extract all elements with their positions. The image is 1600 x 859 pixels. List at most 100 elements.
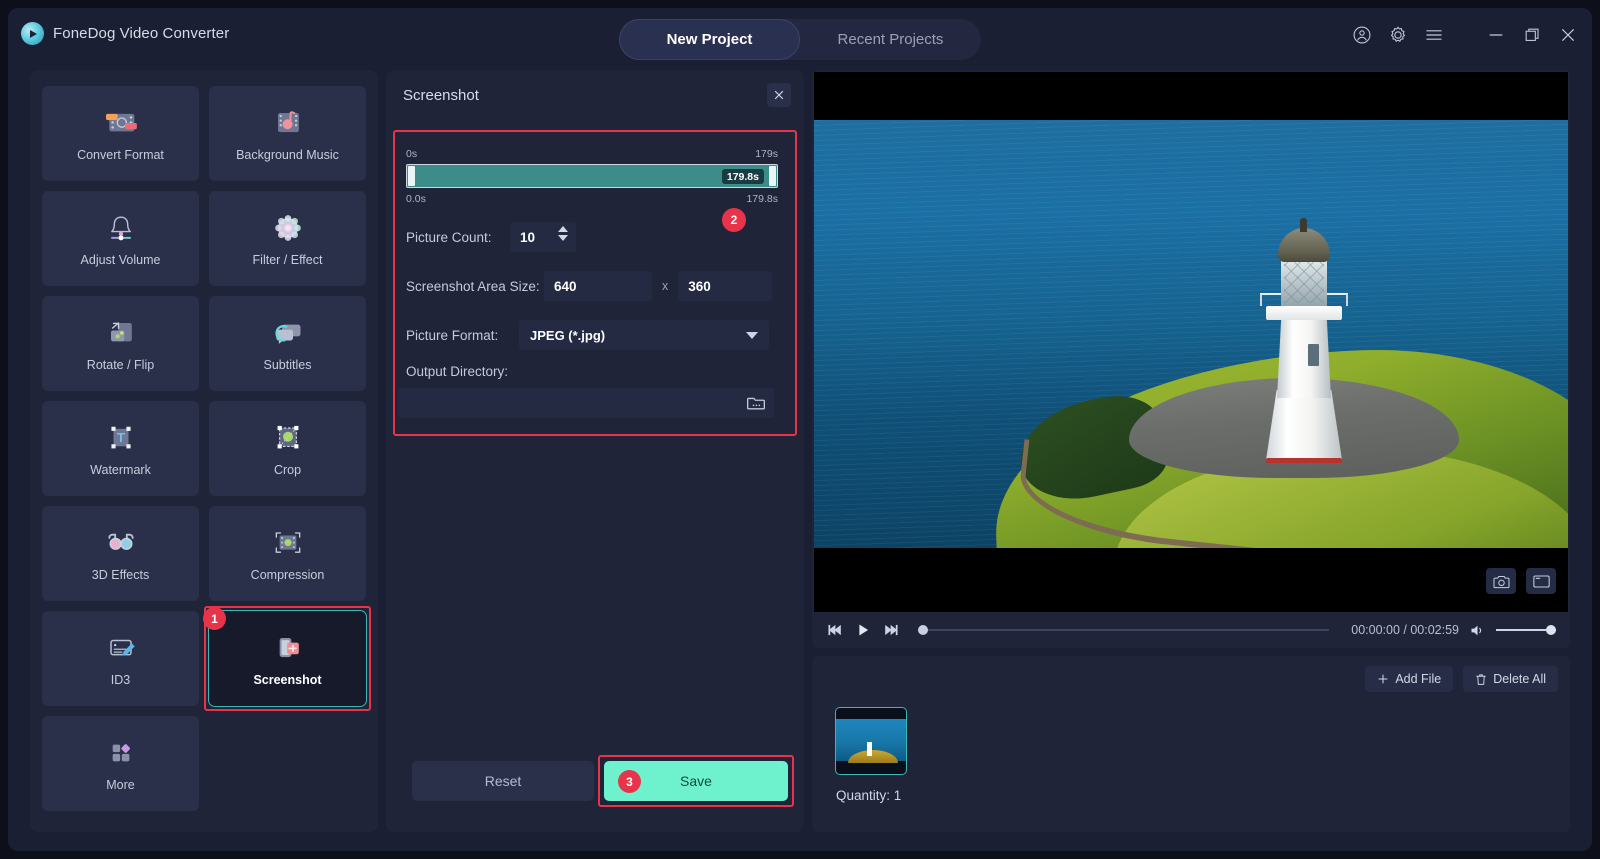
sidebar-item-adjust-volume[interactable]: Adjust Volume xyxy=(42,191,199,286)
file-list-panel: Add File Delete All Quantity: 1 xyxy=(812,656,1570,832)
video-stage[interactable] xyxy=(814,72,1568,612)
lighthouse-base xyxy=(1266,390,1342,460)
menu-icon[interactable] xyxy=(1424,25,1444,45)
sidebar-item-filter-effect[interactable]: Filter / Effect xyxy=(209,191,366,286)
trim-timeline[interactable]: 0s 179s 179.8s 0.0s 179.8s xyxy=(406,148,778,205)
timeline-start-label: 0s xyxy=(406,148,418,160)
gear-icon[interactable] xyxy=(1388,25,1408,45)
output-directory-input[interactable] xyxy=(398,388,774,418)
delete-all-button[interactable]: Delete All xyxy=(1463,666,1558,692)
reset-button[interactable]: Reset xyxy=(412,761,594,801)
player-controls: 00:00:00 / 00:02:59 xyxy=(812,612,1570,648)
picture-count-row: Picture Count: xyxy=(406,222,576,252)
add-file-button[interactable]: Add File xyxy=(1365,666,1454,692)
sidebar-item-label: More xyxy=(106,777,135,792)
step-badge-1: 1 xyxy=(203,607,226,630)
timeline-top-labels: 0s 179s xyxy=(406,148,778,160)
panel-action-buttons: Reset 3 Save xyxy=(386,755,804,807)
volume-knob[interactable] xyxy=(1546,625,1556,635)
crop-icon xyxy=(277,425,298,448)
convert-format-icon xyxy=(105,113,137,131)
timeline-end-value: 179.8s xyxy=(746,193,778,205)
picture-count-label: Picture Count: xyxy=(406,229,492,245)
panel-close-button[interactable] xyxy=(767,83,791,107)
volume-icon[interactable] xyxy=(1469,623,1486,638)
sidebar-item-label: Adjust Volume xyxy=(80,252,161,267)
picture-format-value: JPEG (*.jpg) xyxy=(530,327,606,343)
tab-recent-projects[interactable]: Recent Projects xyxy=(800,19,981,60)
file-thumbnail[interactable] xyxy=(836,708,906,774)
sidebar-item-convert-format[interactable]: Convert Format xyxy=(42,86,199,181)
compression-icon xyxy=(275,531,300,553)
panel-title: Screenshot xyxy=(403,87,479,104)
close-icon[interactable] xyxy=(1558,25,1578,45)
lighthouse-red-trim xyxy=(1266,458,1342,463)
close-icon xyxy=(774,90,784,100)
sidebar-item-compression[interactable]: Compression xyxy=(209,506,366,601)
sidebar-item-watermark[interactable]: T Watermark xyxy=(42,401,199,496)
timeline-handle-left[interactable] xyxy=(408,166,415,186)
adjust-volume-icon xyxy=(110,215,131,240)
timeline-handle-right[interactable] xyxy=(769,166,776,186)
lighthouse-gallery xyxy=(1266,306,1342,320)
sidebar-item-3d-effects[interactable]: 3D Effects xyxy=(42,506,199,601)
skip-previous-icon[interactable] xyxy=(826,622,844,638)
filter-effect-icon xyxy=(274,214,301,241)
delete-all-label: Delete All xyxy=(1493,672,1546,686)
area-width-input[interactable] xyxy=(544,271,652,301)
app-title: FoneDog Video Converter xyxy=(53,25,230,42)
volume-slider[interactable] xyxy=(1496,623,1556,637)
playback-time: 00:00:00 / 00:02:59 xyxy=(1351,623,1459,637)
area-size-label: Screenshot Area Size: xyxy=(406,278,540,294)
minimize-icon[interactable] xyxy=(1486,25,1506,45)
preview-fullscreen-button[interactable] xyxy=(1526,568,1556,594)
seek-track xyxy=(918,629,1330,631)
timeline-bar[interactable]: 179.8s xyxy=(406,164,778,188)
output-directory-row: Output Directory: xyxy=(406,364,508,379)
file-list-actions: Add File Delete All xyxy=(1365,666,1558,692)
timeline-bottom-labels: 0.0s 179.8s xyxy=(406,193,778,205)
area-size-separator: x xyxy=(662,279,669,293)
play-icon[interactable] xyxy=(854,622,872,638)
sidebar-item-label: Convert Format xyxy=(77,147,164,162)
preview-snapshot-button[interactable] xyxy=(1486,568,1516,594)
subtitles-icon xyxy=(274,324,300,344)
skip-next-icon[interactable] xyxy=(882,622,900,638)
picture-format-select[interactable]: JPEG (*.jpg) xyxy=(519,320,769,350)
picture-count-stepper[interactable] xyxy=(558,226,568,241)
area-size-row: Screenshot Area Size: x xyxy=(406,271,773,301)
timeline-value-chip: 179.8s xyxy=(721,169,764,184)
area-height-input[interactable] xyxy=(678,271,773,301)
video-preview-panel: 00:00:00 / 00:02:59 xyxy=(812,70,1570,648)
sidebar-item-id3[interactable]: ID3 xyxy=(42,611,199,706)
screenshot-icon xyxy=(279,637,299,657)
sidebar-item-more[interactable]: More xyxy=(42,716,199,811)
timeline-end-label: 179s xyxy=(755,148,778,160)
trash-icon xyxy=(1476,673,1486,685)
folder-browse-icon[interactable] xyxy=(746,393,766,413)
seek-knob[interactable] xyxy=(918,625,928,635)
timeline-start-value: 0.0s xyxy=(406,193,426,205)
sidebar-item-background-music[interactable]: Background Music xyxy=(209,86,366,181)
save-button[interactable]: 3 Save xyxy=(604,761,788,801)
fullscreen-icon xyxy=(1532,574,1550,588)
svg-text:T: T xyxy=(116,430,124,445)
tool-sidebar: Convert Format Background Music Adjust V… xyxy=(30,70,378,832)
maximize-icon[interactable] xyxy=(1522,25,1542,45)
picture-format-label: Picture Format: xyxy=(406,327,499,343)
id3-icon xyxy=(109,639,135,656)
rotate-flip-icon xyxy=(110,321,132,341)
tab-new-project[interactable]: New Project xyxy=(619,19,800,60)
sidebar-item-crop[interactable]: Crop xyxy=(209,401,366,496)
sidebar-item-rotate-flip[interactable]: Rotate / Flip xyxy=(42,296,199,391)
save-button-label: Save xyxy=(680,773,712,789)
sidebar-item-screenshot[interactable]: 1 Screenshot xyxy=(203,606,371,711)
output-directory-field[interactable] xyxy=(398,388,774,418)
chevron-down-icon[interactable] xyxy=(558,235,568,241)
sidebar-item-subtitles[interactable]: Subtitles xyxy=(209,296,366,391)
picture-format-row: Picture Format: JPEG (*.jpg) xyxy=(406,320,769,350)
account-icon[interactable] xyxy=(1352,25,1372,45)
chevron-up-icon[interactable] xyxy=(558,226,568,232)
lighthouse-finial xyxy=(1300,218,1307,232)
playback-seek-slider[interactable] xyxy=(918,623,1330,637)
